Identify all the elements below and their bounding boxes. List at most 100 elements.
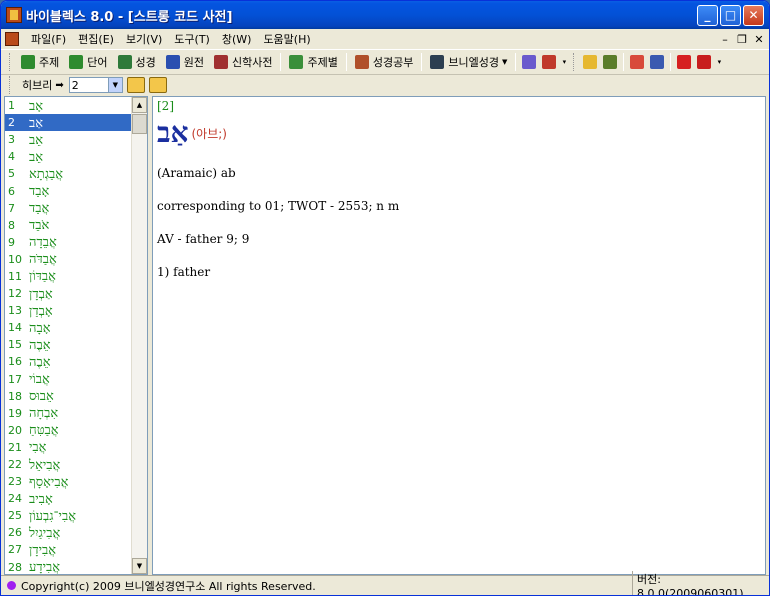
list-item[interactable]: 10 אֲבַדֹּה [5,251,131,268]
list-item[interactable]: 22 אֲבִיאֵל [5,456,131,473]
book-red-icon [214,55,228,69]
list-item[interactable]: 24 אָבִיב [5,490,131,507]
list-item[interactable]: 21 אֲבִי [5,439,131,456]
calculator-button[interactable] [519,52,539,72]
tree-icon [289,55,304,69]
list-item[interactable]: 4 אֵב [5,148,131,165]
list-item[interactable]: 13 אָבְדַן [5,302,131,319]
open-book-icon[interactable] [126,77,145,93]
list-item[interactable]: 6 אָבַד [5,182,131,199]
copy-button[interactable] [580,52,600,72]
list-item[interactable]: 20 אֲבַטִּחַ [5,422,131,439]
toolbar-separator [345,53,347,71]
stop-button[interactable] [674,52,694,72]
entry-hebrew-word: אַב [157,116,189,149]
bible-button[interactable]: 성경 [113,51,161,73]
menu-tools[interactable]: 도구(T) [168,31,216,47]
topic-button[interactable]: 주제 [16,51,64,73]
menu-file[interactable]: 파일(F) [25,31,72,47]
list-item-number: 12 [8,287,22,301]
list-item[interactable]: 18 אֵבוּס [5,388,131,405]
entry-origin: (Aramaic) ab [157,166,236,180]
toolbar-separator [670,53,672,71]
list-item[interactable]: 15 אֵבֶה [5,336,131,353]
peniel-bible-button[interactable]: 브니엘성경 ▼ [425,51,512,73]
strong-number-select[interactable]: 2 ▼ [68,77,123,93]
by-topic-button[interactable]: 주제별 [284,51,342,73]
list-scrollbar[interactable]: ▲ ▼ [131,97,147,574]
word-button[interactable]: 단어 [64,51,112,73]
list-item-number: 24 [8,492,22,506]
menu-view[interactable]: 보기(V) [120,31,168,47]
theology-dictionary-button[interactable]: 신학사전 [209,51,277,73]
list-item[interactable]: 17 אֲבוֹי [5,371,131,388]
title-bar[interactable]: 바이블렉스 8.0 - [스트롱 코드 사전] _ □ ✕ [1,1,769,29]
list-item[interactable]: 19 אִבְחָה [5,405,131,422]
list-item[interactable]: 26 אֲבִיגַיִל [5,524,131,541]
close-button[interactable]: ✕ [743,4,764,26]
list-item-word: אֲבִידָע [29,560,61,575]
toolbar-separator [280,53,282,71]
list-item[interactable]: 12 אַבְדָן [5,285,131,302]
list-item[interactable]: 9 אֲבֵדָה [5,234,131,251]
list-item[interactable]: 2 אַב [5,114,131,132]
status-bar: Copyright(c) 2009 브니엘성경연구소 All rights Re… [1,571,769,595]
list-item[interactable]: 25 אֲבִי־גִבְעוֹן [5,507,131,524]
list-item-number: 26 [8,526,22,540]
list-item[interactable]: 16 אֵבֶה [5,353,131,370]
language-label: 히브리 [22,79,53,92]
red-app-button[interactable] [694,52,714,72]
list-item-word: אָב [29,98,44,114]
list-item[interactable]: 11 אֲבַדּוֹן [5,268,131,285]
original-text-button[interactable]: 원전 [161,51,209,73]
open-book-next-icon[interactable] [148,77,167,93]
exit-button[interactable] [539,52,559,72]
mdi-minimize-button[interactable]: – [718,33,732,46]
list-item[interactable]: 14 אָבָה [5,319,131,336]
list-item[interactable]: 23 אֲבִיאָסָף [5,473,131,490]
toolbar-grip[interactable] [9,53,12,71]
toolbar-overflow-button[interactable]: ▾ [559,52,569,72]
list-item[interactable]: 8 אֹבֵד [5,217,131,234]
toolbar-grip[interactable] [9,76,12,94]
menu-help[interactable]: 도움말(H) [257,31,316,47]
list-item-word: אֲבַדּוֹן [29,269,56,285]
toolbar-overflow-button[interactable]: ▾ [714,52,724,72]
toolbar-grip[interactable] [573,53,576,71]
list-item[interactable]: 28 אֲבִידָע [5,559,131,575]
list-item-word: אֵבוּס [29,389,54,405]
print-preview-button[interactable] [647,52,667,72]
chevron-down-icon[interactable]: ▼ [107,78,122,92]
maximize-button[interactable]: □ [720,4,741,26]
book-dark-icon [430,55,445,69]
red-app-icon [697,55,712,69]
mdi-restore-button[interactable]: ❐ [735,33,749,46]
document-icon[interactable] [5,32,19,46]
list-item-word: אֲבֵדָה [29,235,57,251]
scroll-thumb[interactable] [132,114,147,134]
minimize-button[interactable]: _ [697,4,718,26]
list-item[interactable]: 3 אֵב [5,131,131,148]
list-item[interactable]: 7 אֲבַד [5,200,131,217]
list-item[interactable]: 1 אָב [5,97,131,114]
list-item-word: אֲבַד [29,201,50,217]
bible-study-button[interactable]: 성경공부 [350,51,418,73]
list-item-number: 9 [8,235,15,249]
edit-button[interactable] [600,52,620,72]
list-item[interactable]: 5 אֲבַגְתָא [5,165,131,182]
toolbar-separator [623,53,625,71]
main-toolbar: 주제 단어 성경 원전 신학사전 주제별 성경공부 브니엘성경 ▼ ▾ ▾ [1,49,769,75]
menu-window[interactable]: 창(W) [216,31,258,47]
list-item[interactable]: 27 אֲבִידָן [5,541,131,558]
list-item-word: אֲבִיאָסָף [29,474,69,490]
scroll-down-button[interactable]: ▼ [132,558,147,574]
mdi-close-button[interactable]: ✕ [752,33,766,46]
chevron-down-icon: ▼ [501,58,508,66]
entry-pronunciation: (아브;) [191,126,227,141]
list-item-word: אֲבִיאֵל [29,457,61,473]
entry-detail: [2] אַב (아브;) (Aramaic) ab corresponding… [152,96,766,575]
entry-av-usage: AV - father 9; 9 [157,232,250,246]
menu-edit[interactable]: 편집(E) [72,31,120,47]
scroll-up-button[interactable]: ▲ [132,97,147,113]
clipboard-button[interactable] [627,52,647,72]
